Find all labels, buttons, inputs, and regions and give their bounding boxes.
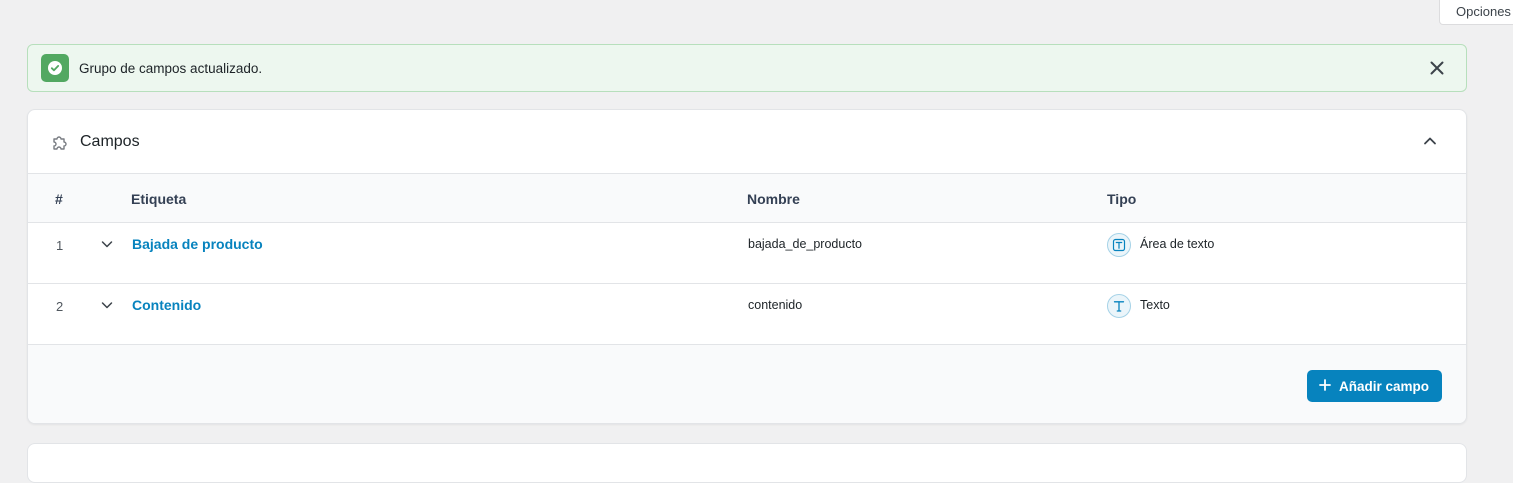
notice-message: Grupo de campos actualizado.: [79, 60, 263, 76]
chevron-down-icon[interactable]: [100, 298, 114, 312]
field-number: 1: [56, 238, 64, 253]
column-header-name: Nombre: [747, 191, 800, 207]
field-name: bajada_de_producto: [748, 237, 862, 251]
screen-options-tab[interactable]: Opciones: [1439, 0, 1513, 25]
add-field-button[interactable]: Añadir campo: [1306, 370, 1442, 402]
field-label-link[interactable]: Bajada de producto: [132, 236, 263, 252]
field-row[interactable]: 2 Contenido contenido Texto: [28, 284, 1466, 345]
plus-icon: [1319, 378, 1331, 394]
chevron-up-icon[interactable]: [1422, 133, 1438, 149]
field-type: Texto: [1140, 298, 1170, 312]
add-field-label: Añadir campo: [1338, 378, 1429, 394]
column-header-number: #: [55, 191, 63, 207]
column-header-label: Etiqueta: [131, 191, 187, 207]
success-notice: Grupo de campos actualizado.: [27, 44, 1467, 92]
field-name: contenido: [748, 298, 803, 312]
field-type: Área de texto: [1140, 237, 1215, 251]
chevron-down-icon[interactable]: [100, 237, 114, 251]
fields-table-header: # Etiqueta Nombre Tipo: [28, 174, 1466, 223]
column-header-type: Tipo: [1107, 191, 1137, 207]
fields-panel: Campos # Etiqueta Nombre Tipo 1 Bajada d…: [27, 109, 1467, 424]
close-icon[interactable]: [1428, 59, 1446, 77]
screen-options-label: Opciones: [1456, 4, 1511, 19]
puzzle-icon: [51, 132, 71, 152]
fields-panel-header: Campos: [28, 110, 1466, 174]
textarea-icon: [1107, 233, 1131, 257]
settings-panel: [27, 443, 1467, 483]
check-icon: [41, 54, 69, 82]
panel-title: Campos: [80, 133, 140, 150]
field-row[interactable]: 1 Bajada de producto bajada_de_producto …: [28, 223, 1466, 284]
field-label-link[interactable]: Contenido: [132, 297, 201, 313]
field-number: 2: [56, 299, 64, 314]
text-icon: [1107, 294, 1131, 318]
fields-panel-footer: Añadir campo: [28, 345, 1466, 423]
